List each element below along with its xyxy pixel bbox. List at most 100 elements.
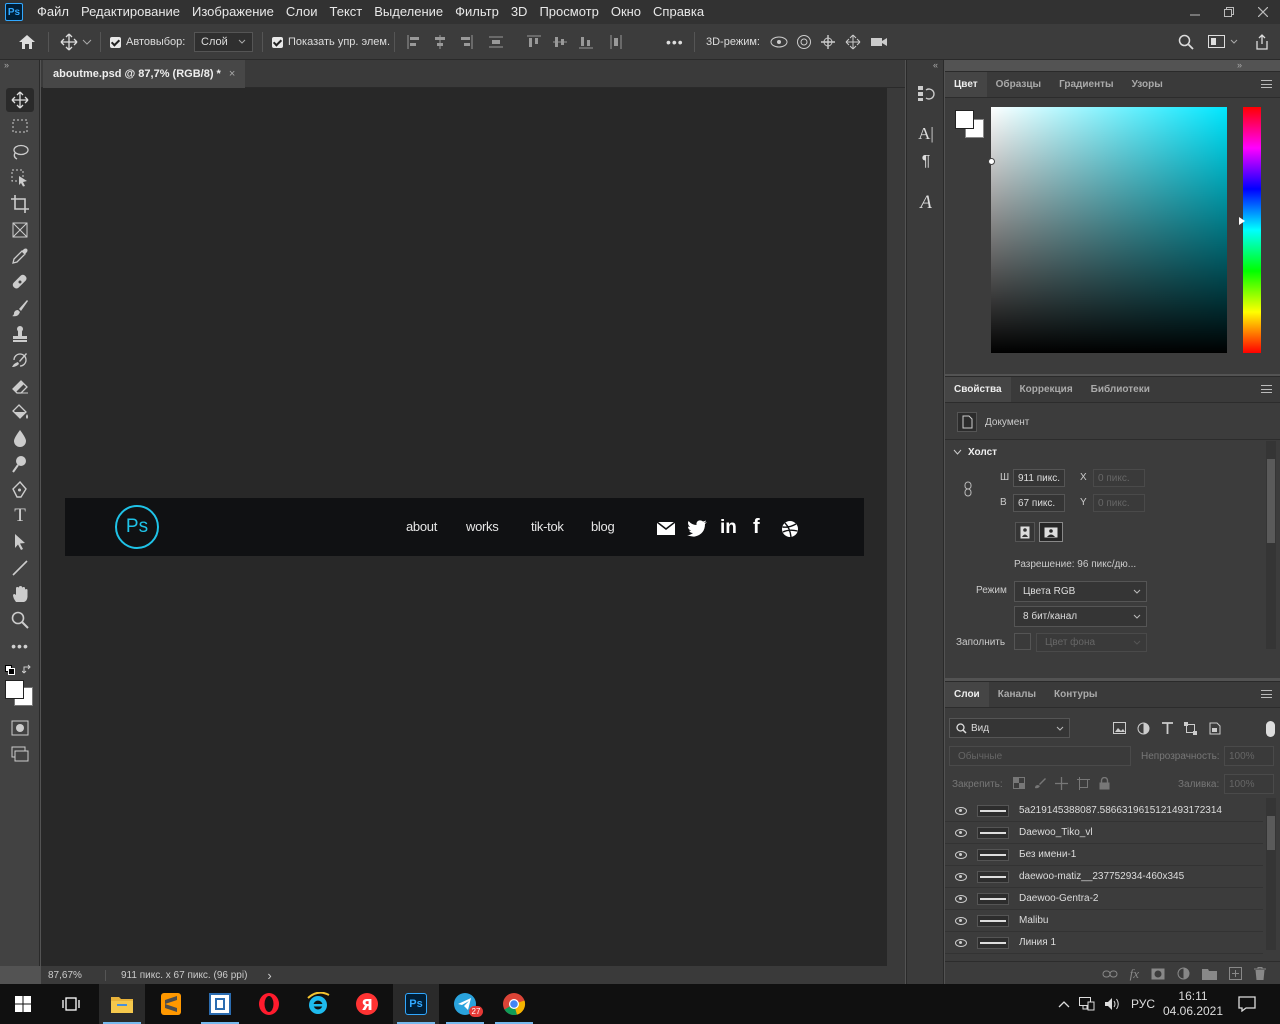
fg-color-swatch[interactable] — [955, 110, 974, 129]
foreground-color-swatch[interactable] — [5, 680, 24, 699]
more-options-button[interactable]: ••• — [666, 24, 684, 60]
menu-edit[interactable]: Редактирование — [75, 0, 186, 24]
panel-menu-icon[interactable] — [1261, 80, 1272, 88]
filter-pixel-icon[interactable] — [1113, 722, 1127, 735]
filter-toggle-switch[interactable] — [1266, 721, 1275, 737]
tab-paths[interactable]: Контуры — [1045, 682, 1106, 707]
home-button[interactable] — [18, 24, 36, 60]
filter-type-icon[interactable] — [1161, 722, 1174, 735]
tab-adjustments[interactable]: Коррекция — [1011, 377, 1082, 402]
volume-icon[interactable] — [1104, 997, 1122, 1011]
lasso-tool[interactable] — [6, 140, 34, 164]
layer-row[interactable]: daewoo-matiz__237752934-460x345 — [945, 866, 1263, 888]
hue-slider[interactable] — [1239, 107, 1261, 353]
share-button[interactable] — [1254, 24, 1270, 60]
taskbar-photoshop[interactable]: Ps — [393, 984, 439, 1024]
frame-tool[interactable] — [6, 218, 34, 242]
start-button[interactable] — [0, 984, 46, 1024]
y-input[interactable]: 0 пикс. — [1093, 494, 1145, 512]
lock-transparency-icon[interactable] — [1013, 777, 1025, 789]
portrait-orientation-button[interactable] — [1015, 522, 1035, 542]
visibility-eye-icon[interactable] — [955, 828, 967, 837]
link-chain-icon[interactable] — [963, 481, 973, 497]
layer-row[interactable]: Линия 1 — [945, 932, 1263, 954]
lock-artboard-icon[interactable] — [1077, 777, 1090, 790]
layer-row[interactable]: Malibu — [945, 910, 1263, 932]
swap-colors-button[interactable] — [22, 664, 33, 675]
fill-dropdown[interactable]: Цвет фона — [1036, 633, 1147, 652]
delete-layer-icon[interactable] — [1254, 967, 1266, 980]
layer-row[interactable]: Daewoo-Gentra-2 — [945, 888, 1263, 910]
landscape-orientation-button[interactable] — [1039, 522, 1063, 542]
3d-camera-icon[interactable] — [870, 35, 888, 49]
properties-scroll-thumb[interactable] — [1267, 459, 1275, 543]
default-colors-button[interactable] — [5, 665, 15, 675]
collapse-panels-icon[interactable]: » — [1237, 60, 1242, 70]
filter-shape-icon[interactable] — [1184, 722, 1198, 735]
path-selection-tool[interactable] — [6, 530, 34, 554]
notifications-button[interactable] — [1238, 984, 1256, 1024]
dodge-tool[interactable] — [6, 452, 34, 476]
photoshop-logo-icon[interactable]: Ps — [5, 3, 23, 21]
history-panel-button[interactable] — [913, 82, 939, 104]
taskbar-app-window[interactable] — [197, 984, 243, 1024]
menu-image[interactable]: Изображение — [186, 0, 280, 24]
glyphs-panel-button[interactable]: A — [913, 192, 939, 214]
visibility-eye-icon[interactable] — [955, 806, 967, 815]
eyedropper-tool[interactable] — [6, 244, 34, 268]
expand-panels-icon[interactable]: « — [933, 60, 938, 70]
canvas-vertical-scrollbar[interactable] — [887, 88, 905, 966]
visibility-eye-icon[interactable] — [955, 894, 967, 903]
search-button[interactable] — [1178, 24, 1194, 60]
menu-help[interactable]: Справка — [647, 0, 710, 24]
paragraph-panel-button[interactable]: ¶ — [913, 151, 939, 173]
3d-orbit-icon[interactable] — [770, 34, 788, 50]
visibility-eye-icon[interactable] — [955, 872, 967, 881]
collapse-toolbar-icon[interactable]: » — [4, 60, 9, 70]
menu-type[interactable]: Текст — [324, 0, 369, 24]
visibility-eye-icon[interactable] — [955, 850, 967, 859]
layers-scroll-thumb[interactable] — [1267, 816, 1275, 850]
task-view-button[interactable] — [48, 984, 94, 1024]
chevron-down-icon[interactable] — [953, 449, 962, 456]
menu-view[interactable]: Просмотр — [533, 0, 604, 24]
status-more-arrow[interactable]: › — [267, 968, 271, 983]
minimize-button[interactable] — [1178, 0, 1212, 24]
move-tool[interactable] — [6, 88, 34, 112]
width-input[interactable]: 911 пикс. — [1013, 469, 1065, 487]
3d-slide-icon[interactable] — [844, 34, 862, 50]
menu-layers[interactable]: Слои — [280, 0, 324, 24]
menu-file[interactable]: Файл — [31, 0, 75, 24]
hue-slider-handle[interactable] — [1239, 217, 1245, 225]
bit-depth-dropdown[interactable]: 8 бит/канал — [1014, 606, 1147, 627]
panel-menu-icon[interactable] — [1261, 690, 1272, 698]
hand-tool[interactable] — [6, 582, 34, 606]
height-input[interactable]: 67 пикс. — [1013, 494, 1065, 512]
lock-position-icon[interactable] — [1055, 777, 1068, 790]
restore-button[interactable] — [1212, 0, 1246, 24]
screen-mode-button[interactable] — [6, 742, 34, 766]
visibility-eye-icon[interactable] — [955, 916, 967, 925]
layers-scrollbar[interactable] — [1266, 798, 1276, 950]
workspace-button[interactable] — [1208, 24, 1238, 60]
menu-window[interactable]: Окно — [605, 0, 647, 24]
tab-channels[interactable]: Каналы — [989, 682, 1045, 707]
taskbar-yandex-browser[interactable]: Я — [344, 984, 390, 1024]
color-mode-dropdown[interactable]: Цвета RGB — [1014, 581, 1147, 602]
tab-swatches[interactable]: Образцы — [987, 72, 1050, 97]
object-selection-tool[interactable] — [6, 166, 34, 190]
eraser-tool[interactable] — [6, 374, 34, 398]
distribute-vertical-icon[interactable] — [608, 34, 624, 50]
type-tool[interactable]: T — [6, 504, 34, 528]
zoom-level[interactable]: 87,67% — [48, 970, 93, 981]
new-layer-icon[interactable] — [1229, 967, 1242, 980]
color-picker-marker[interactable] — [988, 158, 995, 165]
close-button[interactable] — [1246, 0, 1280, 24]
move-tool-preset[interactable] — [60, 24, 92, 60]
zoom-tool[interactable] — [6, 608, 34, 632]
brush-tool[interactable] — [6, 296, 34, 320]
opacity-input[interactable]: 100% — [1224, 746, 1274, 766]
tab-patterns[interactable]: Узоры — [1123, 72, 1172, 97]
lock-brush-icon[interactable] — [1034, 777, 1046, 789]
visibility-eye-icon[interactable] — [955, 938, 967, 947]
